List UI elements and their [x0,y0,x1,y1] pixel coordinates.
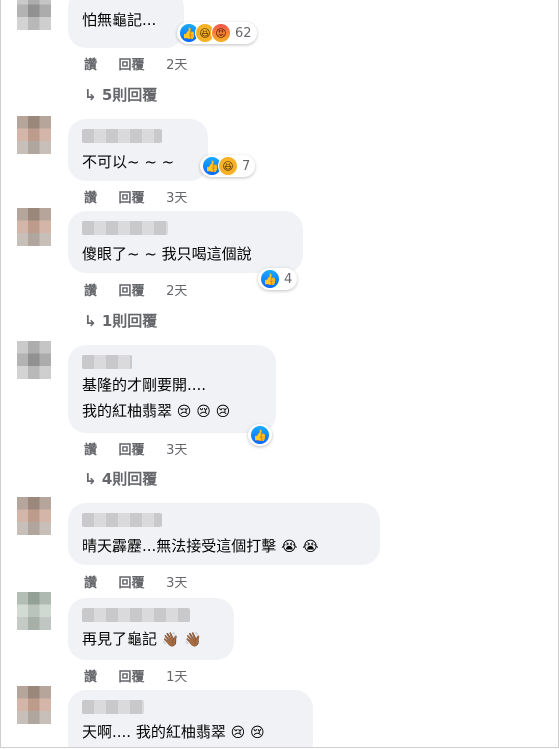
like-button[interactable]: 讚 [84,191,97,206]
replies-count: 5則回覆 [101,86,158,104]
reaction-summary[interactable]: 👍 😆 7 [200,155,256,177]
like-button[interactable]: 讚 [84,58,97,73]
commenter-name-blurred[interactable] [82,700,144,714]
sad-face-icon: 😢 [176,404,192,420]
comment-bubble: 再見了龜記 👋🏾 👋🏾 [68,598,234,660]
view-replies-link[interactable]: ↳ 5則回覆 [84,84,157,105]
comment-text-content: 天啊.... 我的紅柚翡翠 [82,723,226,741]
commenter-name-blurred[interactable] [82,129,162,143]
comment-actions: 讚 回覆 3天 [84,572,204,591]
commenter-name-blurred[interactable] [82,513,162,527]
waving-hand-icon: 👋🏾 [184,632,202,648]
view-replies-link[interactable]: ↳ 4則回覆 [84,468,157,489]
reply-button[interactable]: 回覆 [119,284,145,299]
comment-actions: 讚 回覆 3天 [84,187,204,206]
comment-bubble: 怕無龜記... [68,0,184,48]
commenter-name-blurred[interactable] [82,608,190,622]
avatar[interactable] [17,341,51,379]
replies-count: 4則回覆 [101,470,158,488]
reply-arrow-icon: ↳ [84,86,97,104]
like-button[interactable]: 讚 [84,670,97,685]
avatar[interactable] [17,592,51,630]
reply-button[interactable]: 回覆 [119,443,145,458]
like-button[interactable]: 讚 [84,576,97,591]
reaction-count: 4 [284,271,293,287]
comment-text: 怕無龜記... [82,11,157,29]
sad-face-icon: 😢 [215,404,231,420]
reaction-summary[interactable]: 👍 😆 😡 62 [177,22,257,44]
timestamp[interactable]: 2天 [166,58,187,73]
sad-face-icon: 😢 [196,404,211,420]
timestamp[interactable]: 3天 [166,191,187,206]
comment-actions: 讚 回覆 2天 [84,280,204,299]
reply-arrow-icon: ↳ [84,470,97,488]
sad-face-icon: 😢 [230,725,246,741]
avatar[interactable] [17,0,51,30]
comment-actions: 讚 回覆 3天 [84,439,204,458]
crying-face-icon: 😭 [302,539,319,555]
replies-count: 1則回覆 [101,312,158,330]
timestamp[interactable]: 3天 [166,576,187,591]
comment-text-line-2: 我的紅柚翡翠 😢 😢 😢 [82,401,230,422]
reaction-summary[interactable]: 👍 4 [258,268,298,290]
comment-text: 我的紅柚翡翠 [82,402,173,420]
reply-button[interactable]: 回覆 [119,670,145,685]
like-icon: 👍 [260,269,280,289]
haha-icon: 😆 [218,156,238,176]
comment-bubble: 不可以~ ~ ~ [68,119,208,181]
comment-actions: 讚 回覆 1天 [84,666,204,685]
comment-bubble: 晴天霹靂...無法接受這個打擊 😭 😭 [68,503,380,565]
comments-panel: 怕無龜記... 👍 😆 😡 62 讚 回覆 2天 ↳ 5則回覆 不可以~ ~ ~… [0,0,559,748]
view-replies-link[interactable]: ↳ 1則回覆 [84,310,157,331]
comment-text-line-1: 基隆的才剛要開.... [82,376,207,394]
comment-text: 天啊.... 我的紅柚翡翠 😢 😢 [82,722,265,743]
avatar[interactable] [17,208,51,246]
reply-button[interactable]: 回覆 [119,576,145,591]
reaction-summary[interactable]: 👍 [248,424,272,446]
reaction-count: 62 [235,25,252,41]
comment-text: 晴天霹靂...無法接受這個打擊 😭 😭 [82,536,319,557]
avatar[interactable] [17,497,51,535]
crying-face-icon: 😭 [281,539,298,555]
reply-button[interactable]: 回覆 [119,58,145,73]
timestamp[interactable]: 2天 [166,284,187,299]
reply-arrow-icon: ↳ [84,312,97,330]
timestamp[interactable]: 3天 [166,443,187,458]
commenter-name-blurred[interactable] [82,355,132,369]
comment-bubble: 傻眼了~ ~ 我只喝這個說 [68,211,303,273]
avatar[interactable] [17,116,51,154]
like-button[interactable]: 讚 [84,284,97,299]
like-icon: 👍 [250,425,270,445]
comment-actions: 讚 回覆 2天 [84,54,204,73]
waving-hand-icon: 👋🏾 [161,632,180,648]
comment-bubble: 基隆的才剛要開.... 我的紅柚翡翠 😢 😢 😢 [68,345,276,433]
like-button[interactable]: 讚 [84,443,97,458]
timestamp[interactable]: 1天 [166,670,187,685]
comment-text-content: 晴天霹靂...無法接受這個打擊 [82,537,277,555]
comment-bubble: 天啊.... 我的紅柚翡翠 😢 😢 [68,690,313,747]
commenter-name-blurred[interactable] [82,221,168,235]
reaction-count: 7 [242,158,251,174]
angry-icon: 😡 [211,23,231,43]
avatar[interactable] [17,686,51,724]
sad-face-icon: 😢 [250,725,265,741]
comment-text: 不可以~ ~ ~ [82,153,175,171]
comment-text: 再見了龜記 👋🏾 👋🏾 [82,629,201,650]
comment-text: 傻眼了~ ~ 我只喝這個說 [82,245,252,263]
comment-text-content: 再見了龜記 [82,630,158,648]
reply-button[interactable]: 回覆 [119,191,145,206]
